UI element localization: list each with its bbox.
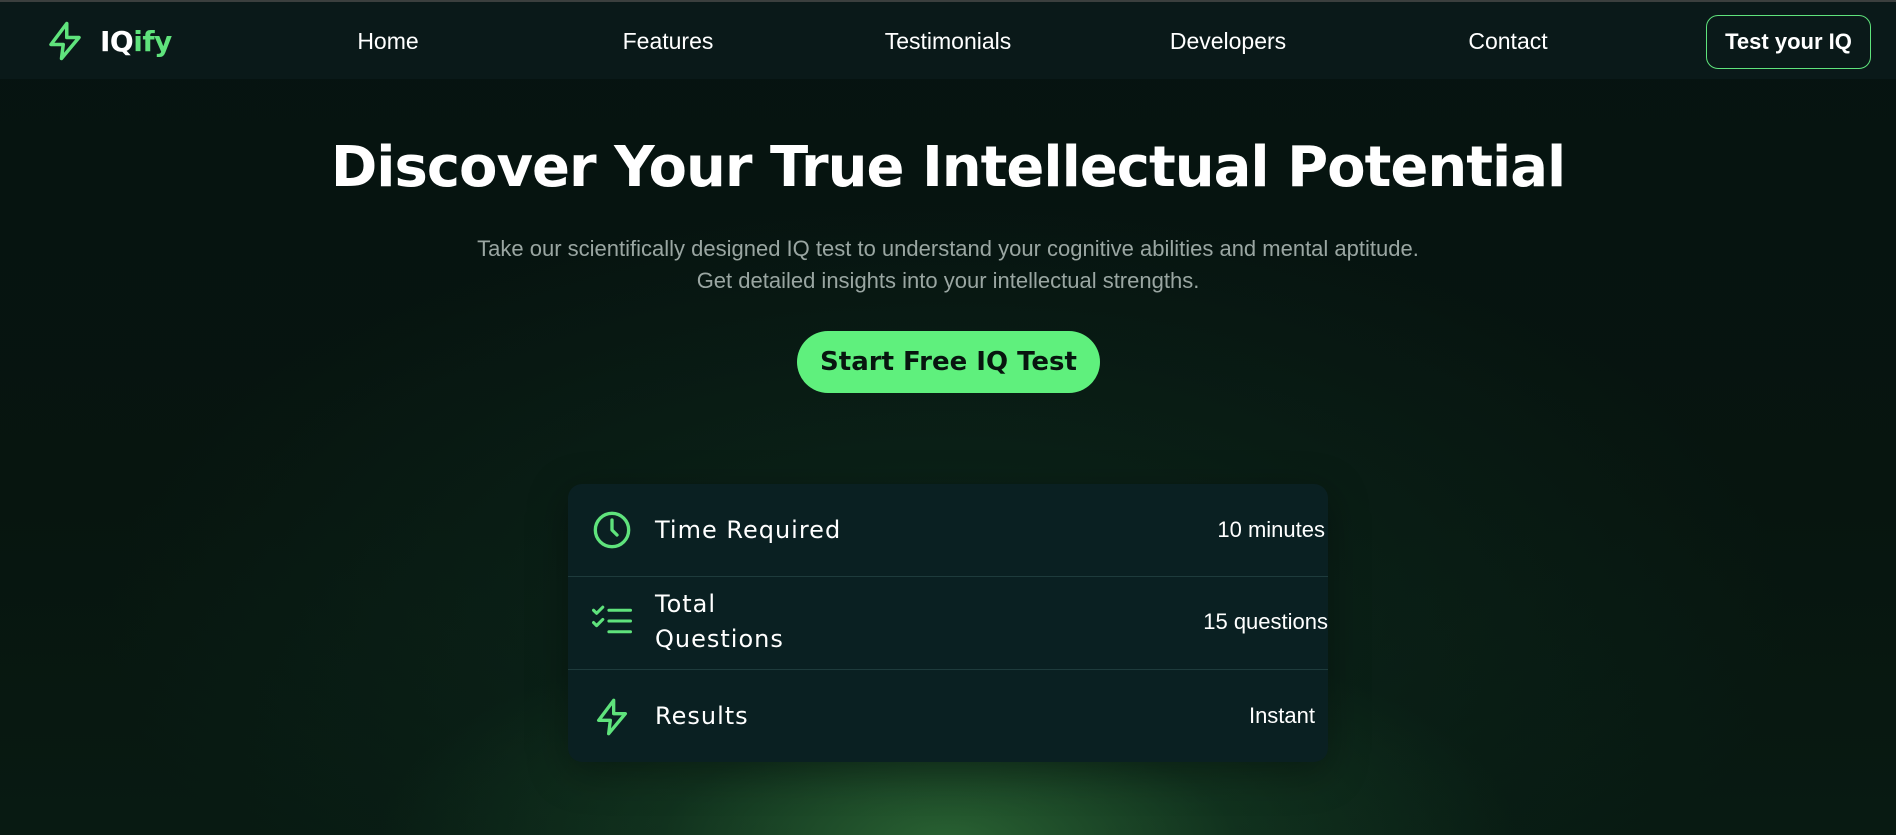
brand-logo[interactable]: IQify: [44, 16, 172, 66]
hero-subtitle-line-1: Take our scientifically designed IQ test…: [477, 236, 1419, 261]
info-row-time: Time Required 10 minutes: [568, 484, 1328, 577]
hero-subtitle-line-2: Get detailed insights into your intellec…: [696, 268, 1200, 293]
nav-link-home[interactable]: Home: [357, 28, 418, 55]
brand-name-suffix: ify: [133, 24, 172, 58]
brand-name-prefix: IQ: [100, 24, 134, 58]
info-label-questions-line-2: Questions: [655, 625, 784, 653]
info-value-questions: 15 questions: [1203, 609, 1328, 634]
lightning-bolt-icon: [592, 696, 632, 738]
checklist-icon: [592, 603, 632, 639]
info-value-time: 10 minutes: [1217, 517, 1325, 542]
info-label-results: Results: [655, 702, 749, 730]
test-info-card: Time Required 10 minutes Total Questions…: [568, 484, 1328, 762]
start-free-iq-test-button[interactable]: Start Free IQ Test: [797, 331, 1100, 393]
lightning-bolt-icon: [44, 17, 86, 65]
info-label-questions-line-1: Total: [655, 590, 717, 618]
navbar: IQify Home Features Testimonials Develop…: [0, 2, 1896, 79]
window-top-border: [0, 0, 1896, 2]
info-label-time: Time Required: [655, 516, 842, 544]
clock-icon: [592, 510, 632, 550]
test-your-iq-button[interactable]: Test your IQ: [1706, 15, 1871, 69]
nav-link-contact[interactable]: Contact: [1468, 28, 1547, 55]
nav-link-developers[interactable]: Developers: [1170, 28, 1286, 55]
hero-title: Discover Your True Intellectual Potentia…: [330, 135, 1566, 200]
info-row-questions: Total Questions 15 questions: [568, 577, 1328, 670]
nav-link-features[interactable]: Features: [623, 28, 714, 55]
info-row-results: Results Instant: [568, 670, 1328, 762]
nav-link-testimonials[interactable]: Testimonials: [885, 28, 1012, 55]
brand-name: IQify: [100, 25, 172, 58]
info-value-results: Instant: [1248, 703, 1315, 728]
